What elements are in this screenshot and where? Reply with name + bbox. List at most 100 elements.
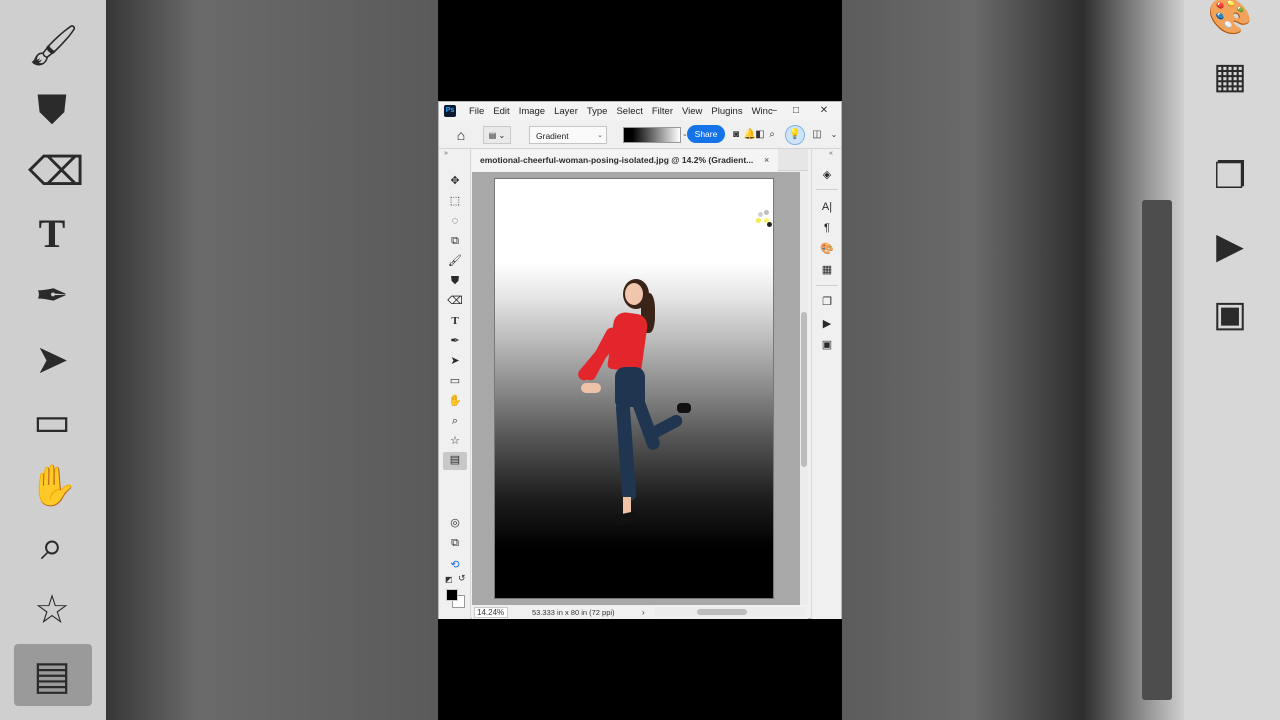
photoshop-window: Ps File Edit Image Layer Type Select Fil… (438, 101, 842, 619)
swap-colors-icon[interactable]: ↺ (458, 573, 466, 584)
gradient-icon: ▤ (33, 654, 71, 698)
play-actions-icon[interactable]: ▶ (819, 316, 835, 332)
foreground-color-swatch[interactable] (446, 589, 458, 601)
standing-shoe (614, 510, 640, 526)
path-select-tool-icon[interactable]: ➤ (447, 353, 463, 369)
document-dimensions: 53.333 in x 80 in (72 ppi) (532, 608, 615, 617)
canvas-workspace[interactable] (472, 172, 800, 605)
jeans-thigh (629, 392, 662, 452)
minimize-button[interactable]: – (763, 102, 785, 120)
play-actions-icon: ▶ (1216, 225, 1244, 266)
brush-tool-icon[interactable]: 🖌 (447, 253, 463, 269)
horizontal-scroll-thumb[interactable] (697, 609, 747, 615)
pen-icon: ✒ (35, 274, 69, 318)
menu-image[interactable]: Image (519, 106, 545, 117)
menu-layer[interactable]: Layer (554, 106, 578, 117)
document-tab-title: emotional-cheerful-woman-posing-isolated… (480, 155, 754, 165)
lasso-tool-icon[interactable]: ◌ (447, 213, 463, 229)
tool-preset-picker[interactable]: ▤ ⌄ (483, 126, 511, 144)
quick-mask-icon[interactable]: ◎ (447, 515, 463, 531)
right-panel-dock: « ◈ A| ¶ 🎨 ▦ ❐ ▶ ▣ (811, 149, 841, 619)
menu-file[interactable]: File (469, 106, 484, 117)
eraser-icon: ⌫ (28, 150, 85, 194)
blurred-scrollbar (1142, 200, 1172, 700)
gradient-preview-swatch[interactable] (623, 127, 681, 143)
layer-comps-icon[interactable]: ❐ (819, 294, 835, 310)
document-tab-bar: emotional-cheerful-woman-posing-isolated… (472, 149, 808, 171)
menu-edit[interactable]: Edit (493, 106, 509, 117)
rectangle-icon: ▭ (33, 400, 71, 444)
menu-plugins[interactable]: Plugins (711, 106, 742, 117)
menu-select[interactable]: Select (616, 106, 642, 117)
gradient-tool-icon[interactable]: ▤ (443, 452, 467, 470)
linear-gradient-icon[interactable]: ◙ (729, 126, 743, 144)
screen-mode-icon[interactable]: ⧉ (447, 535, 463, 551)
maximize-button[interactable]: □ (785, 102, 807, 120)
type-tool-icon[interactable]: T (447, 313, 463, 329)
zoom-level-field[interactable]: 14.24% (474, 607, 508, 618)
panel-separator (816, 285, 838, 286)
gradient-mode-select[interactable]: Gradient ⌄ (529, 126, 607, 144)
menu-view[interactable]: View (682, 106, 702, 117)
collapse-toolbar-icon[interactable]: » (444, 150, 448, 157)
menu-type[interactable]: Type (587, 106, 608, 117)
image-properties-icon[interactable]: ▣ (819, 337, 835, 353)
color-palette-icon: 🎨 (1207, 0, 1253, 36)
default-colors-icon[interactable]: ◩ (445, 575, 453, 584)
stamp-icon: ⛊ (37, 88, 67, 132)
rectangle-tool-icon[interactable]: ▭ (447, 373, 463, 389)
share-button[interactable]: Share (687, 125, 725, 143)
eraser-tool-icon[interactable]: ⌫ (447, 293, 463, 309)
document-canvas[interactable] (494, 178, 774, 599)
horizontal-scrollbar[interactable] (655, 607, 805, 617)
star-tool-icon[interactable]: ☆ (447, 433, 463, 449)
discover-lightbulb-icon[interactable]: 💡 (785, 125, 805, 145)
move-tool-icon[interactable]: ✥ (447, 173, 463, 189)
face (625, 283, 643, 305)
close-document-icon[interactable]: × (764, 149, 769, 171)
collapse-panels-icon[interactable]: « (829, 150, 833, 157)
home-icon[interactable]: ⌂ (453, 126, 469, 144)
zoom-tool-icon[interactable]: ⌕ (447, 413, 463, 429)
pen-tool-icon[interactable]: ✒ (447, 333, 463, 349)
workspace-icon[interactable]: ◫ (810, 126, 824, 144)
blurred-background-right: 🎨 ▦ ❐ ▶ ▣ (842, 0, 1280, 720)
edit-toolbar-icon[interactable]: ⟲ (447, 557, 463, 573)
screen: 🖌 ⛊ ⌫ T ✒ ➤ ▭ ✋ ⌕ ☆ ▤ 🎨 ▦ ❐ ▶ ▣ Ps File … (0, 0, 1280, 720)
vertical-scrollbar[interactable] (800, 172, 808, 605)
zoom-icon: ⌕ (40, 524, 64, 568)
options-bar: ⌂ ▤ ⌄ Gradient ⌄ ⌄ Share ◙ 🔔 ◧ ⌕ 💡 ◫ ⌄ (439, 121, 841, 149)
search-icon[interactable]: ⌕ (765, 126, 779, 144)
tools-panel: » ✥ ⬚ ◌ ⧉ 🖌 ⛊ ⌫ T ✒ ➤ ▭ ✋ ⌕ ☆ ▤ ◩ ↺ ◎ ⧉ … (439, 149, 471, 619)
layer-comps-icon: ❐ (1213, 155, 1247, 196)
grid-icon[interactable]: ▦ (819, 262, 835, 278)
marquee-tool-icon[interactable]: ⬚ (447, 193, 463, 209)
panel-separator (816, 189, 838, 190)
gradient-mode-value: Gradient (536, 131, 569, 141)
hands (581, 383, 601, 393)
character-icon[interactable]: A| (819, 199, 835, 215)
blurred-background-left: 🖌 ⛊ ⌫ T ✒ ➤ ▭ ✋ ⌕ ☆ ▤ (0, 0, 438, 720)
workspace-chevron-icon[interactable]: ⌄ (827, 126, 841, 144)
star-icon: ☆ (34, 588, 70, 632)
hand-icon: ✋ (28, 464, 78, 508)
photoshop-logo: Ps (444, 105, 456, 117)
color-palette-icon[interactable]: 🎨 (819, 241, 835, 257)
layers-icon[interactable]: ◈ (819, 167, 835, 183)
jeans-standing-leg (615, 400, 637, 502)
hand-tool-icon[interactable]: ✋ (447, 393, 463, 409)
window-controls: – □ ✕ (763, 102, 841, 120)
grid-icon: ▦ (1212, 55, 1247, 96)
path-select-icon: ➤ (35, 338, 69, 382)
brush-icon: 🖌 (28, 24, 79, 68)
stamp-tool-icon[interactable]: ⛊ (447, 273, 463, 289)
raised-shoe (677, 403, 691, 413)
object-select-tool-icon[interactable]: ⧉ (447, 233, 463, 249)
status-menu-arrow[interactable]: › (642, 607, 645, 618)
document-tab[interactable]: emotional-cheerful-woman-posing-isolated… (472, 149, 778, 171)
menu-filter[interactable]: Filter (652, 106, 673, 117)
close-window-button[interactable]: ✕ (807, 102, 841, 120)
vertical-scroll-thumb[interactable] (801, 312, 807, 467)
loading-cursor-icon (754, 210, 778, 234)
paragraph-icon[interactable]: ¶ (819, 220, 835, 236)
